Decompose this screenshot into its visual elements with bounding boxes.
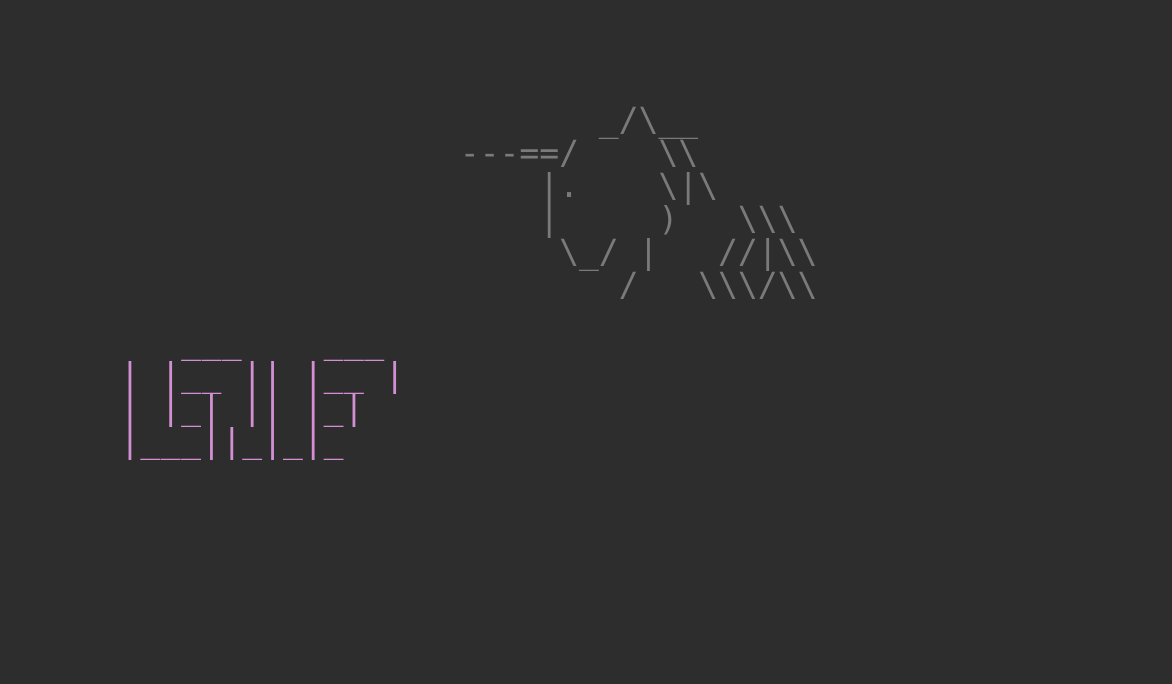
ascii-banner-left: ___ ___ | |__ || |__ | | |_| || |_| |___…	[120, 325, 405, 457]
ascii-banner-right: _/\__ ---==/ \\ |. \|\ | ) \\\ \_/ | //|…	[420, 103, 857, 301]
